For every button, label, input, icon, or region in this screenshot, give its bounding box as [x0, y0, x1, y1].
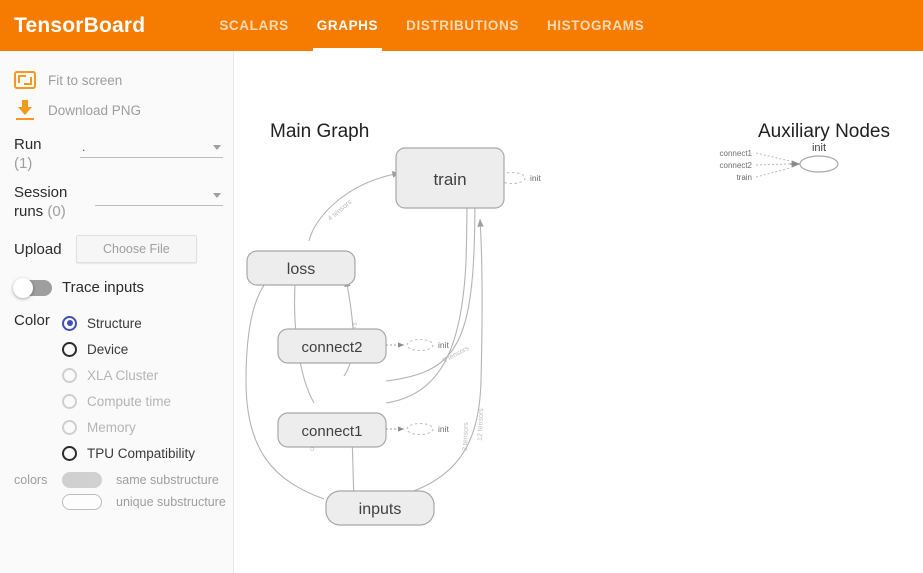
graph-node-train[interactable]: train	[395, 147, 505, 209]
fit-to-screen-button[interactable]: Fit to screen	[0, 65, 233, 95]
aux-source-label-train: train	[736, 173, 752, 182]
edge-label-inputs-train: 12 tensors	[477, 408, 485, 441]
trace-inputs-toggle[interactable]	[13, 277, 52, 298]
upload-row: Upload Choose File	[0, 221, 233, 263]
color-label: Color	[14, 312, 50, 329]
session-runs-row: Session runs (0)	[0, 173, 233, 221]
legend-row-same: colors same substructure	[0, 466, 233, 488]
trace-inputs-row: Trace inputs	[0, 263, 233, 298]
graph-node-label: connect1	[302, 423, 363, 440]
init-stub-connect1[interactable]: init	[386, 423, 450, 435]
run-dropdown[interactable]: .	[80, 139, 223, 158]
tab-histograms[interactable]: HISTOGRAMS	[533, 0, 658, 51]
init-stub-connect2[interactable]: init	[386, 339, 450, 351]
app-header: TensorBoard SCALARS GRAPHS DISTRIBUTIONS…	[0, 0, 923, 51]
legend-label-unique: unique substructure	[116, 495, 226, 509]
color-option-label: Structure	[87, 315, 142, 331]
upload-label: Upload	[14, 240, 62, 258]
radio-icon	[62, 445, 77, 461]
download-png-label: Download PNG	[48, 102, 142, 118]
aux-source-label-connect2: connect2	[720, 161, 753, 170]
session-runs-label: Session runs (0)	[14, 183, 80, 221]
run-selected-value: .	[82, 140, 86, 154]
graph-node-label: train	[433, 170, 466, 189]
session-runs-dropdown[interactable]	[95, 187, 223, 206]
color-option-label: XLA Cluster	[87, 367, 159, 383]
aux-init-label: init	[812, 142, 826, 154]
app-body: Fit to screen Download PNG Run (1) . Ses…	[0, 51, 923, 573]
graph-node-label: loss	[287, 261, 315, 278]
chevron-down-icon	[213, 193, 221, 198]
color-option-tpu-compatibility[interactable]: TPU Compatibility	[62, 440, 233, 466]
color-radio-group: Structure Device XLA Cluster Compute tim…	[62, 310, 233, 466]
run-selector-row: Run (1) .	[0, 125, 233, 173]
app-title: TensorBoard	[14, 13, 146, 37]
graph-node-connect2[interactable]: connect2	[277, 328, 387, 364]
legend-label-same: same substructure	[116, 473, 219, 487]
color-option-xla-cluster: XLA Cluster	[62, 362, 233, 388]
tab-scalars[interactable]: SCALARS	[205, 0, 302, 51]
legend-key-label: colors	[14, 473, 48, 487]
edge-label-connect1-train: 2 tensors	[462, 422, 470, 452]
controls-sidebar: Fit to screen Download PNG Run (1) . Ses…	[0, 51, 234, 573]
legend-swatch-same	[62, 472, 102, 488]
run-label-text: Run	[14, 136, 42, 153]
graph-node-loss[interactable]: loss	[246, 250, 356, 286]
color-option-device[interactable]: Device	[62, 336, 233, 362]
auxiliary-nodes-group[interactable]: connect1 connect2 train init	[720, 142, 839, 182]
legend-row-unique: unique substructure	[0, 488, 233, 510]
legend-swatch-unique	[62, 494, 102, 510]
color-option-structure[interactable]: Structure	[62, 310, 233, 336]
radio-icon	[62, 367, 77, 383]
graph-node-connect1[interactable]: connect1	[277, 412, 387, 448]
aux-source-label-connect1: connect1	[720, 149, 753, 158]
init-stub-label: init	[438, 340, 450, 350]
edge-label-loss-train: 4 tensors	[327, 198, 354, 222]
graph-node-inputs[interactable]: inputs	[325, 490, 435, 526]
fit-to-screen-icon	[14, 71, 48, 89]
tab-graphs[interactable]: GRAPHS	[303, 0, 392, 51]
radio-icon	[62, 393, 77, 409]
choose-file-button[interactable]: Choose File	[76, 235, 197, 263]
session-runs-count: (0)	[47, 203, 66, 220]
color-option-compute-time: Compute time	[62, 388, 233, 414]
radio-icon	[62, 315, 77, 331]
radio-icon	[62, 341, 77, 357]
fit-to-screen-label: Fit to screen	[48, 72, 123, 88]
trace-inputs-label: Trace inputs	[62, 279, 144, 296]
graph-node-label: connect2	[302, 339, 363, 356]
main-nav-tabs: SCALARS GRAPHS DISTRIBUTIONS HISTOGRAMS	[205, 0, 658, 51]
graph-node-label: inputs	[359, 501, 402, 518]
color-option-memory: Memory	[62, 414, 233, 440]
graph-canvas[interactable]: Main Graph Auxiliary Nodes 4 tensors 9 t…	[234, 51, 923, 573]
download-icon	[14, 100, 48, 120]
tab-distributions[interactable]: DISTRIBUTIONS	[392, 0, 533, 51]
init-stub-label: init	[438, 424, 450, 434]
color-option-label: Compute time	[87, 393, 172, 409]
radio-icon	[62, 419, 77, 435]
chevron-down-icon	[213, 145, 221, 150]
init-stub-label: init	[530, 173, 542, 183]
color-option-label: Device	[87, 341, 129, 357]
color-option-label: Memory	[87, 419, 136, 435]
run-label: Run (1)	[14, 135, 80, 173]
color-options-block: Color Structure Device XLA Cluster Compu…	[0, 296, 233, 466]
run-count: (1)	[14, 155, 33, 172]
color-option-label: TPU Compatibility	[87, 445, 196, 461]
download-png-button[interactable]: Download PNG	[0, 95, 233, 125]
graph-svg: 4 tensors 2 tensors 9 tensors 2 tensors …	[245, 142, 839, 526]
